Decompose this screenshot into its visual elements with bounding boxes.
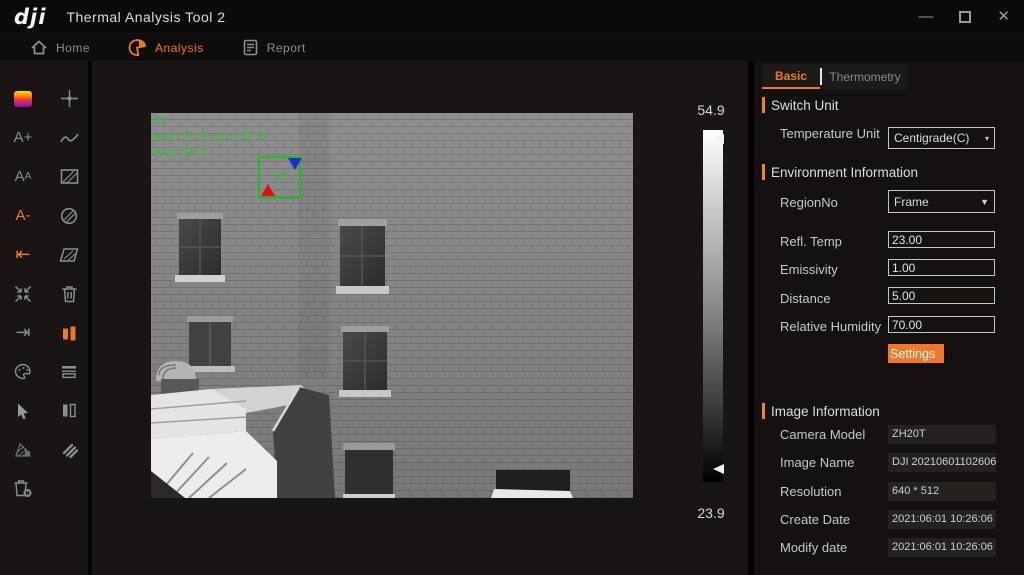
collapse-icon[interactable] (0, 274, 46, 313)
tab-home-label: Home (56, 41, 90, 55)
move-to-end-icon[interactable]: ⇥ (0, 313, 46, 352)
split-view-icon[interactable] (46, 391, 92, 430)
color-palette-icon[interactable] (0, 352, 46, 391)
create-date-label: Create Date (780, 512, 850, 527)
ellipse-roi-icon[interactable] (46, 196, 92, 235)
home-icon (30, 39, 48, 56)
humidity-label: Relative Humidity (780, 319, 881, 334)
move-to-start-icon[interactable]: ⇤ (0, 235, 46, 274)
window-1 (175, 213, 225, 282)
section-switch-unit: Switch Unit (762, 97, 839, 113)
roi-rectangle-r1[interactable]: R1 (258, 156, 301, 199)
scale-upper-handle[interactable] (713, 134, 724, 144)
section-image-info: Image Information (762, 403, 880, 419)
rect-roi-icon[interactable] (46, 157, 92, 196)
curve-line-icon[interactable] (46, 118, 92, 157)
region-no-value: Frame (894, 195, 929, 209)
humidity-input[interactable] (888, 316, 995, 333)
palette-gradient-icon[interactable] (0, 79, 46, 118)
window-2 (336, 219, 389, 294)
distance-input[interactable] (888, 287, 995, 304)
split-compare-icon[interactable] (46, 313, 92, 352)
report-doc-icon (242, 39, 259, 56)
overlay-min: min:32.0 (213, 130, 266, 143)
clear-all-icon[interactable] (0, 469, 46, 508)
overlay-max: max:37.0 (154, 130, 207, 143)
overlay-avg: avg:34.3 (154, 145, 207, 158)
camera-model-value: ZH20T (888, 425, 996, 444)
tab-basic[interactable]: Basic (762, 64, 820, 89)
temperature-scale-bar[interactable] (703, 130, 723, 482)
overlay-region-id: R1 (154, 115, 167, 128)
dji-logo: dji (14, 5, 46, 29)
close-button[interactable]: ✕ (997, 9, 1010, 24)
region-no-select[interactable]: Frame ▼ (888, 190, 995, 213)
text-decrease-icon[interactable]: A- (0, 196, 46, 235)
titlebar: dji Thermal Analysis Tool 2 — ✕ (0, 0, 1024, 33)
spot-point-icon[interactable] (46, 79, 92, 118)
layer-list-icon[interactable] (46, 352, 92, 391)
text-increase-icon[interactable]: A+ (0, 118, 46, 157)
isotherm-icon[interactable] (0, 430, 46, 469)
image-name-value: DJI 20210601102606 (888, 453, 996, 472)
select-cursor-icon[interactable] (0, 391, 46, 430)
app-title: Thermal Analysis Tool 2 (66, 9, 225, 25)
temperature-unit-select[interactable]: Centigrade(C) ▾ (888, 127, 995, 149)
window-5 (343, 443, 395, 498)
window-6 (491, 470, 573, 498)
text-size-icon[interactable]: AA (0, 157, 46, 196)
region-no-label: RegionNo (780, 195, 838, 210)
thermal-image[interactable]: R1 max:37.0 min:32.0 avg:34.3 R1 (151, 113, 633, 498)
image-name-label: Image Name (780, 455, 854, 470)
create-date-value: 2021:06:01 10:26:06 (888, 510, 996, 529)
scale-lower-handle[interactable] (713, 464, 724, 474)
dropdown-arrow-icon: ▼ (980, 197, 989, 207)
settings-panel: Basic Thermometry Switch Unit Temperatur… (754, 61, 1024, 575)
tab-analysis-label: Analysis (155, 41, 204, 55)
thermal-photo (151, 113, 633, 498)
resolution-value: 640 * 512 (888, 482, 996, 501)
chevron-down-icon: ▾ (985, 134, 989, 143)
emissivity-input[interactable] (888, 259, 995, 276)
analysis-pie-icon (128, 38, 147, 57)
refl-temp-input[interactable] (888, 231, 995, 248)
polygon-roi-icon[interactable] (46, 235, 92, 274)
min-temp-marker-icon (288, 158, 302, 170)
modify-date-label: Modify date (780, 540, 847, 555)
viewer-area: R1 max:37.0 min:32.0 avg:34.3 R1 54.9 23… (92, 61, 748, 575)
window-3 (185, 316, 235, 372)
panel-tabstrip: Basic Thermometry (762, 64, 908, 89)
nav-bar: Home Analysis Report (0, 33, 1024, 61)
tool-sidebar: A+ AA A- ⇤ (0, 61, 92, 575)
scale-min-value: 23.9 (689, 505, 733, 521)
minimize-button[interactable]: — (918, 9, 933, 24)
layers-icon[interactable] (46, 430, 92, 469)
modify-date-value: 2021:06:01 10:26:06 (888, 538, 996, 557)
tab-thermometry[interactable]: Thermometry (822, 64, 908, 89)
window-4 (339, 326, 391, 397)
max-temp-marker-icon (261, 184, 275, 196)
emissivity-label: Emissivity (780, 262, 838, 277)
camera-model-label: Camera Model (780, 427, 865, 442)
resolution-label: Resolution (780, 484, 841, 499)
scale-max-value: 54.9 (689, 102, 733, 118)
roi-label: R1 (276, 170, 289, 183)
settings-button[interactable]: Settings (888, 344, 944, 363)
delete-icon[interactable] (46, 274, 92, 313)
tab-report[interactable]: Report (242, 39, 306, 56)
tab-analysis[interactable]: Analysis (128, 38, 204, 57)
distance-label: Distance (780, 291, 831, 306)
section-environment: Environment Information (762, 164, 918, 180)
temperature-unit-label: Temperature Unit (780, 127, 886, 142)
temperature-unit-value: Centigrade(C) (894, 131, 969, 145)
tab-report-label: Report (267, 41, 306, 55)
app-window: dji Thermal Analysis Tool 2 — ✕ Home Ana… (0, 0, 1024, 575)
tab-home[interactable]: Home (30, 39, 90, 56)
maximize-button[interactable] (959, 11, 971, 23)
refl-temp-label: Refl. Temp (780, 234, 842, 249)
